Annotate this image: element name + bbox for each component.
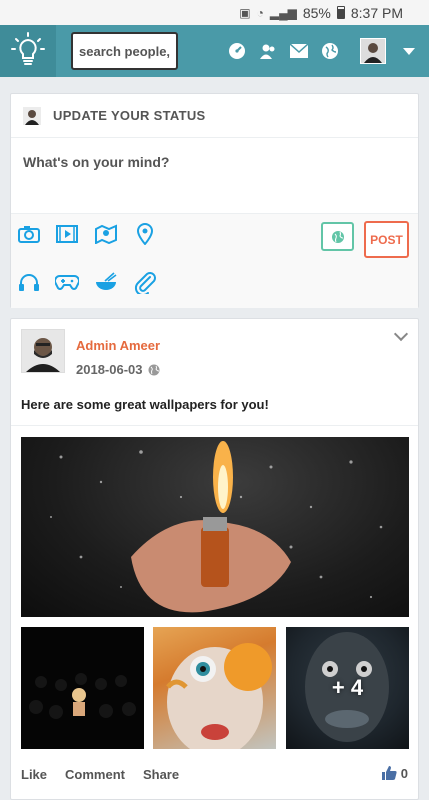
map-icon[interactable] [94,222,118,246]
mail-icon[interactable] [290,42,308,60]
clock: 8:37 PM [350,4,403,21]
location-icon[interactable] [133,222,157,246]
status-update-card: UPDATE YOUR STATUS What's on your mind? … [10,93,419,308]
app-header: search people, [0,25,429,77]
post-date-text: 2018-06-03 [76,362,143,377]
post-options-chevron-icon[interactable] [393,326,409,342]
divider [11,425,418,426]
food-icon[interactable] [94,270,118,294]
status-toolbar: POST [11,213,418,308]
gamepad-icon[interactable] [55,270,79,294]
search-input[interactable]: search people, [71,32,178,70]
camera-icon[interactable] [17,222,41,246]
signal-icon: ▂▄▆ [269,5,297,20]
status-header: UPDATE YOUR STATUS [11,94,418,138]
attachment-icon[interactable] [133,270,157,294]
post-text: Here are some great wallpapers for you! [21,397,269,412]
headphones-icon[interactable] [17,270,41,294]
lightbulb-logo-icon[interactable] [0,25,56,77]
globe-icon [331,230,344,243]
battery-icon [336,6,345,19]
caret-down-icon[interactable] [403,47,415,55]
privacy-button[interactable] [321,222,354,251]
video-icon[interactable] [55,222,79,246]
post-thumbnail-3[interactable]: + 4 [286,627,409,749]
post-actions: Like Comment Share 0 [21,759,408,789]
like-count-value: 0 [400,765,408,781]
globe-icon [148,364,159,375]
post-thumbnail-2[interactable] [153,627,276,749]
status-input[interactable]: What's on your mind? [11,138,418,212]
post-date: 2018-06-03 [76,362,160,377]
battery-percent: 85% [302,4,331,21]
system-status-bar: ▣ ◔ ▂▄▆ 85% 8:37 PM [0,0,429,25]
notification-icon: ▣ [239,5,251,20]
avatar [23,106,41,125]
comment-button[interactable]: Comment [65,767,125,782]
friends-icon[interactable] [259,42,277,60]
like-button[interactable]: Like [21,767,47,782]
thumbs-up-icon [381,766,397,780]
post-thumbnail-1[interactable] [21,627,144,749]
author-name[interactable]: Admin Ameer [76,338,160,353]
author-avatar[interactable] [21,329,65,373]
like-count[interactable]: 0 [381,765,408,781]
status-title: UPDATE YOUR STATUS [53,108,206,123]
more-images-count[interactable]: + 4 [286,627,409,749]
post-button[interactable]: POST [364,221,409,258]
post-main-image[interactable] [21,437,409,617]
post-header: Admin Ameer 2018-06-03 [11,319,418,385]
globe-icon[interactable] [321,42,339,60]
wifi-icon: ◔ [256,5,264,20]
post-card: Admin Ameer 2018-06-03 Here are some gre… [10,318,419,800]
share-button[interactable]: Share [143,767,179,782]
dashboard-icon[interactable] [228,42,246,60]
user-avatar[interactable] [360,38,386,64]
